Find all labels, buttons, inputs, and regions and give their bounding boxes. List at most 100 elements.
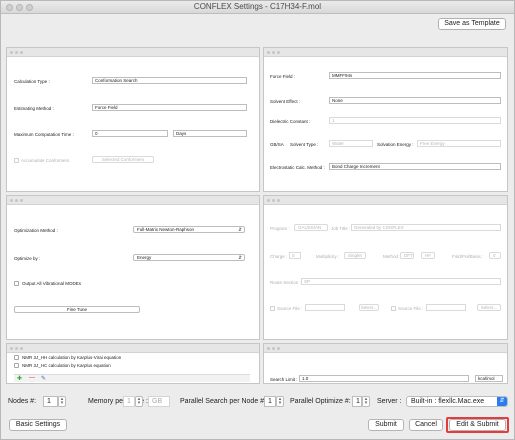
max-time-unit-field[interactable]: Days (173, 130, 247, 137)
est-method-label: Estimating Method : (14, 106, 54, 111)
search-panel: Search Limit : 1.0 kcal/mol (263, 343, 508, 384)
server-label: Server : (377, 398, 402, 405)
parallel-search-stepper[interactable]: ▴ ▾ (276, 396, 284, 407)
cancel-button[interactable]: Cancel (409, 419, 443, 431)
submit-button[interactable]: Submit (368, 419, 404, 431)
server-select[interactable]: Built-in : flexllc.Mac.exe ⇵ (406, 396, 508, 407)
optimize-by-select[interactable]: Energy ⇵ (133, 254, 245, 261)
electrostatic-field[interactable]: Bond Charge Increment (329, 163, 501, 170)
highlight-box (446, 417, 509, 433)
parallel-optimize-label: Parallel Optimize #: (290, 398, 351, 405)
panel-title-bar (7, 344, 259, 353)
source-file2-checkbox[interactable] (391, 306, 396, 311)
basic-settings-button[interactable]: Basic Settings (9, 419, 67, 431)
source-file2-select-button[interactable]: Select... (477, 304, 501, 311)
optimize-by-value: Energy (137, 255, 152, 260)
parallel-search-field[interactable]: 1 (264, 396, 276, 407)
solvation-energy-field[interactable]: Free Energy (417, 140, 501, 147)
output-modes-label: Output All Vibrational MODEs (22, 281, 81, 286)
source-file2-label: Source File : (398, 306, 424, 311)
edit-icon[interactable]: ✎ (41, 375, 46, 382)
accumulate-label: Accumulate Conformers (21, 158, 70, 163)
source-file-label: Source File : (277, 306, 303, 311)
search-limit-label: Search Limit : (270, 377, 298, 382)
source-file-select-button[interactable]: Select... (359, 304, 379, 311)
nmr-toolbar: ✚ — ✎ (14, 374, 250, 382)
force-field-field[interactable]: MMFF94s (329, 72, 501, 79)
server-value: Built-in : flexllc.Mac.exe (411, 398, 485, 405)
program-select[interactable]: GAUSSIAN (294, 224, 328, 231)
chevron-updown-icon: ⇵ (238, 255, 242, 260)
source-file2-field[interactable] (426, 304, 466, 311)
nmr-hh-checkbox[interactable] (14, 355, 19, 360)
program-label: Program : (270, 226, 290, 231)
multiplicity-label: Multiplicity : (316, 254, 340, 259)
charge-label: Charge : (270, 254, 288, 259)
dielectric-label: Dielectric Constant : (270, 119, 311, 124)
nmr-hc-label: NMR 3J_HC calculation by Karplus equatio… (22, 363, 111, 368)
parallel-search-label: Parallel Search per Node #: (180, 398, 266, 405)
remove-icon[interactable]: — (29, 375, 35, 381)
force-field-panel: Force Field : MMFF94s Solvent Effect : N… (263, 47, 508, 192)
parallel-optimize-stepper[interactable]: ▴ ▾ (362, 396, 370, 407)
memory-stepper[interactable]: ▴ ▾ (135, 396, 143, 407)
chevron-updown-icon: ⇵ (238, 227, 242, 232)
panel-title-bar (7, 196, 259, 205)
route-label: Route Section : (270, 280, 301, 285)
solvent-effect-label: Solvent Effect : (270, 99, 301, 104)
method-select[interactable]: DFT (400, 252, 414, 259)
accumulate-checkbox[interactable] (14, 158, 19, 163)
max-time-field[interactable]: 0 (92, 130, 168, 137)
optimize-by-label: Optimize by : (14, 256, 41, 261)
chevron-updown-icon: ⇵ (497, 397, 507, 406)
memory-field[interactable]: 1 (123, 396, 135, 407)
opt-method-label: Optimization Method : (14, 228, 58, 233)
nodes-label: Nodes #: (8, 398, 37, 405)
route-field[interactable]: SP (301, 278, 501, 285)
charge-field[interactable]: 0 (289, 252, 301, 259)
opt-method-value: Full-Matrix Newton-Raphson (137, 227, 195, 232)
nodes-stepper[interactable]: ▴ ▾ (58, 396, 66, 407)
search-limit-unit[interactable]: kcal/mol (475, 375, 503, 382)
method-label: Method : (383, 254, 401, 259)
selected-conformers-button[interactable]: Selected Conformers (92, 156, 154, 163)
parallel-optimize-field[interactable]: 1 (352, 396, 362, 407)
output-modes-checkbox[interactable] (14, 281, 19, 286)
calc-type-field[interactable]: Conformation Search (92, 77, 247, 84)
panel-title-bar (7, 48, 259, 57)
fine-tune-button[interactable]: Fine Tune (14, 306, 140, 313)
save-as-template-button[interactable]: Save as Template (438, 18, 506, 30)
program-panel: Program : GAUSSIAN Job Title : Generated… (263, 195, 508, 340)
nmr-panel: NMR 3J_HH calculation by Karplus-Virai e… (6, 343, 260, 384)
window-title: CONFLEX Settings - C17H34-F.mol (193, 2, 322, 11)
optimization-panel: Optimization Method : Full-Matrix Newton… (6, 195, 260, 340)
force-field-label: Force Field : (270, 74, 296, 79)
nmr-hh-label: NMR 3J_HH calculation by Karplus-Virai e… (22, 355, 122, 360)
dielectric-field[interactable]: 1 (329, 117, 501, 124)
nmr-hc-checkbox[interactable] (14, 363, 19, 368)
calc-type-label: Calculation Type : (14, 79, 50, 84)
panel-title-bar (264, 196, 507, 205)
basis-select[interactable]: 0 (489, 252, 501, 259)
multiplicity-select[interactable]: Singlet (344, 252, 366, 259)
functional-select[interactable]: HF (421, 252, 435, 259)
opt-method-select[interactable]: Full-Matrix Newton-Raphson ⇵ (133, 226, 245, 233)
source-file-checkbox[interactable] (270, 306, 275, 311)
gbsa-label: GB/SA (270, 142, 284, 147)
solvent-type-field[interactable]: Water (329, 140, 373, 147)
max-time-label: Maximum Computation Time : (14, 132, 74, 137)
job-title-label: Job Title : (331, 226, 351, 231)
nodes-field[interactable]: 1 (43, 396, 58, 407)
add-icon[interactable]: ✚ (17, 375, 22, 382)
search-limit-field[interactable]: 1.0 (299, 375, 469, 382)
source-file-field[interactable] (305, 304, 345, 311)
est-method-field[interactable]: Force Field (92, 104, 247, 111)
solvation-energy-label: Solvation Energy : (377, 142, 414, 147)
panel-title-bar (264, 344, 507, 353)
solvent-type-label: Solvent Type : (290, 142, 319, 147)
basis-label: Fold/Pol/Basis : (452, 254, 484, 259)
memory-unit-select[interactable]: GB (148, 396, 170, 407)
job-title-field[interactable]: Generated by CONFLEX (351, 224, 501, 231)
solvent-effect-field[interactable]: None (329, 97, 501, 104)
electrostatic-label: Electrostatic Calc. Method : (270, 165, 325, 170)
